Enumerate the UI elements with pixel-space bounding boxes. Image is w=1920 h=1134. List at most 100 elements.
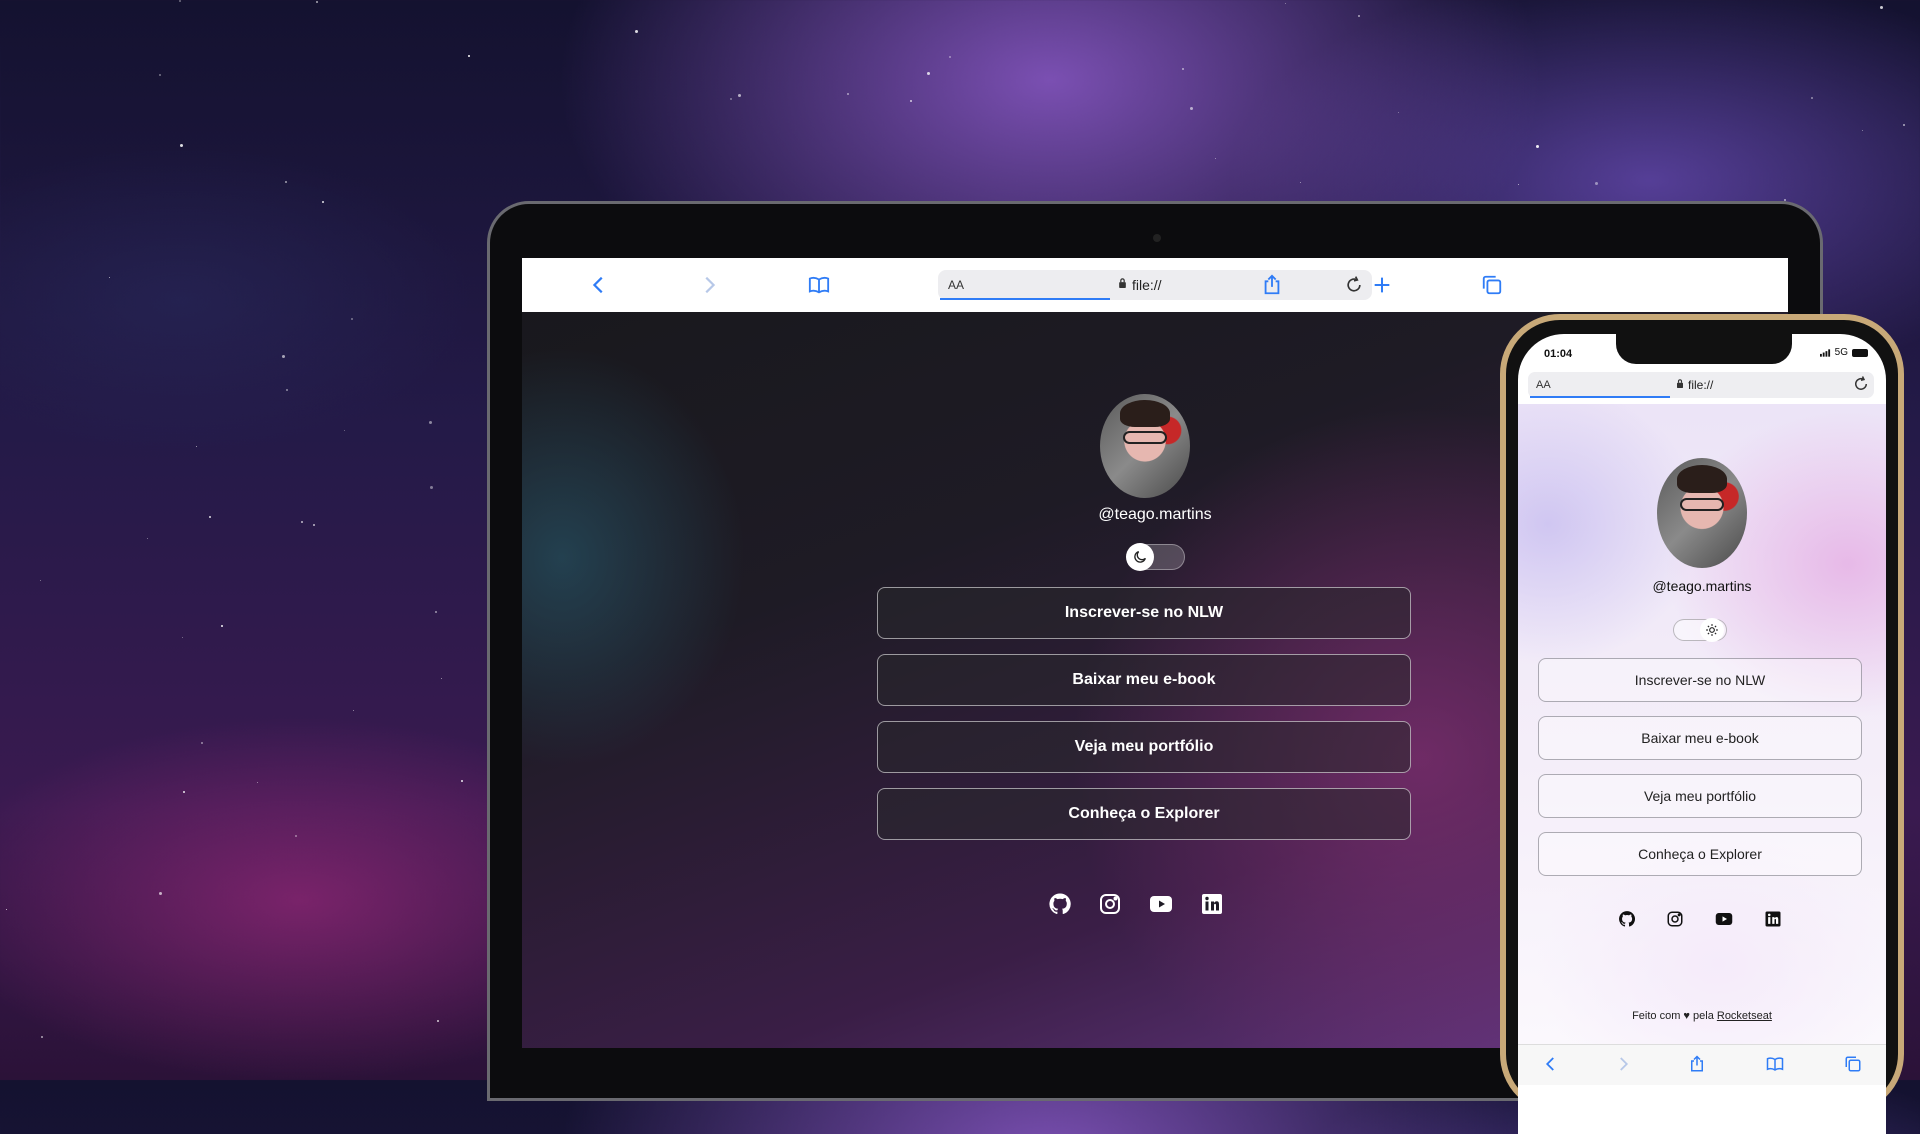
sun-icon [1700,618,1724,642]
star [344,429,346,431]
instagram-icon[interactable] [1666,910,1684,928]
star [429,486,433,490]
star [159,891,163,895]
phone-address-bar[interactable]: AA file:// [1528,372,1874,398]
star [209,516,212,519]
browser-toolbar: AA file:// [522,258,1788,312]
star [948,56,951,59]
github-icon[interactable] [1618,910,1636,928]
share-icon[interactable] [1688,1055,1706,1073]
star [294,834,297,837]
avatar [1100,394,1190,498]
phone-screen: 01:04 5G AA file:// @teago.martins Inscr… [1518,334,1886,1134]
theme-toggle[interactable] [1673,618,1727,642]
rocketseat-link[interactable]: Rocketseat [1717,1010,1772,1022]
phone-device: 01:04 5G AA file:// @teago.martins Inscr… [1500,314,1904,1134]
social-links [1618,910,1782,928]
star [220,625,223,628]
link-button-nlw[interactable]: Inscrever-se no NLW [1538,658,1862,702]
star [1879,5,1883,9]
star [201,742,204,745]
footer-text: Feito com ♥ pela [1632,1010,1717,1022]
forward-icon[interactable] [1614,1055,1632,1073]
link-button-ebook[interactable]: Baixar meu e-book [877,654,1411,706]
signal-icon [1819,348,1830,357]
star [159,73,162,76]
star [436,1020,439,1023]
star [441,678,443,680]
star [1357,14,1360,17]
social-links [1048,892,1224,916]
phone-reader-aa-button[interactable]: AA [1536,379,1551,391]
phone-load-progress-bar [1530,396,1670,398]
youtube-icon[interactable] [1714,910,1734,928]
notch [1616,334,1792,364]
back-icon[interactable] [1542,1055,1560,1073]
star [180,144,184,148]
network-label: 5G [1834,347,1848,358]
reload-icon[interactable] [1344,275,1364,295]
share-icon[interactable] [1259,272,1285,298]
star [428,421,432,425]
reload-icon[interactable] [1852,375,1870,393]
star [1535,144,1539,148]
camera [1153,234,1161,242]
linkedin-icon[interactable] [1764,910,1782,928]
star [1189,107,1193,111]
star [910,100,913,102]
address-bar[interactable]: AA file:// [938,270,1372,300]
star [1214,158,1216,160]
link-button-nlw[interactable]: Inscrever-se no NLW [877,587,1411,639]
star [927,71,931,75]
star [634,29,638,33]
star [257,781,259,783]
link-button-explorer[interactable]: Conheça o Explorer [877,788,1411,840]
linktree-page-light: @teago.martins Inscrever-se no NLW Baixa… [1518,404,1886,1044]
forward-icon[interactable] [696,272,722,298]
star [5,908,7,910]
link-button-explorer[interactable]: Conheça o Explorer [1538,832,1862,876]
tabs-icon[interactable] [1479,272,1505,298]
star [147,538,149,540]
reader-aa-button[interactable]: AA [948,278,964,292]
tabs-icon[interactable] [1844,1055,1862,1073]
profile-handle: @teago.martins [1098,506,1212,523]
link-button-portfolio[interactable]: Veja meu portfólio [1538,774,1862,818]
star [1862,130,1864,132]
phone-browser-toolbar [1518,1044,1886,1085]
link-button-ebook[interactable]: Baixar meu e-book [1538,716,1862,760]
star [1810,96,1813,99]
lock-icon [1677,379,1683,388]
star [1299,182,1301,184]
link-button-portfolio[interactable]: Veja meu portfólio [877,721,1411,773]
star [729,97,732,100]
star [313,523,316,526]
moon-icon [1126,543,1154,571]
github-icon[interactable] [1048,892,1072,916]
bookmarks-icon[interactable] [806,272,832,298]
star [847,93,850,96]
star [353,710,355,712]
star [1518,183,1520,185]
star [460,780,463,783]
star [181,636,183,638]
star [285,389,288,392]
new-tab-icon[interactable] [1369,272,1395,298]
star [41,1036,44,1039]
linkedin-icon[interactable] [1200,892,1224,916]
star [183,791,185,794]
theme-toggle[interactable] [1126,543,1185,571]
star [178,0,181,3]
star [109,277,110,279]
star [1594,182,1598,186]
instagram-icon[interactable] [1098,892,1122,916]
bookmarks-icon[interactable] [1766,1055,1784,1073]
footer-credit: Feito com ♥ pela Rocketseat [1518,1010,1886,1022]
phone-url-text: file:// [1688,378,1714,392]
back-icon[interactable] [586,272,612,298]
star [737,94,741,98]
lock-icon [1119,278,1126,288]
youtube-icon[interactable] [1148,892,1174,916]
star [467,55,470,58]
status-time: 01:04 [1544,348,1573,360]
